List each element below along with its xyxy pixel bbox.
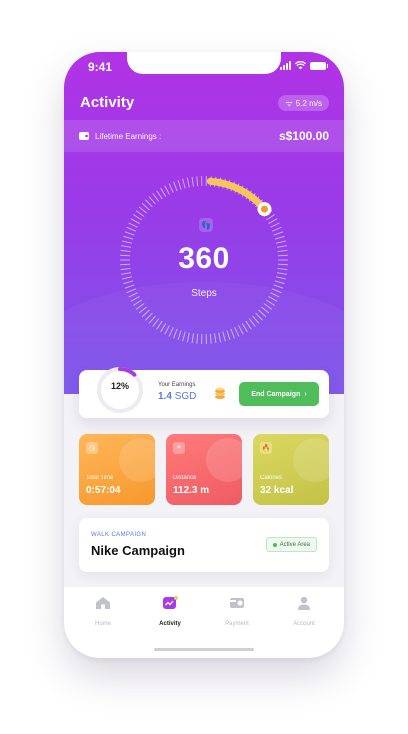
home-icon — [96, 597, 110, 609]
steps-count: 360 — [178, 242, 230, 275]
flame-icon: 🔥 — [260, 442, 272, 454]
stat-tile-distance[interactable]: ⌖ Distance 112.3 m — [166, 434, 242, 505]
steps-progress-arc — [206, 177, 268, 213]
status-icons — [280, 61, 328, 70]
account-icon — [298, 596, 310, 610]
status-time: 9:41 — [88, 60, 113, 74]
tab-payment[interactable]: Payment — [209, 596, 265, 627]
stat-label: Distance — [173, 475, 197, 481]
clock-icon: ◷ — [86, 442, 98, 454]
battery-icon — [310, 61, 328, 70]
location-icon: ⌖ — [173, 442, 185, 454]
stat-label: Calories — [260, 475, 283, 481]
speed-value: 5.2 m/s — [295, 98, 322, 108]
active-dot-icon — [272, 542, 277, 547]
stat-label: Total Time — [86, 475, 114, 481]
footsteps-icon: 👣 — [199, 218, 213, 232]
speed-icon: ᯤ — [285, 98, 293, 108]
tab-label: Home — [94, 621, 111, 627]
signal-icon — [280, 61, 291, 70]
stat-tile-calories[interactable]: 🔥 Calories 32 kcal — [253, 434, 329, 505]
tab-activity[interactable]: Activity — [142, 596, 198, 627]
lifetime-earnings-label: Lifetime Earnings : — [95, 131, 162, 141]
active-area-label: Active Area — [279, 541, 310, 548]
tab-home[interactable]: Home — [75, 596, 131, 627]
walk-campaign-card[interactable]: WALK CAMPAIGN Nike Campaign Active Area — [79, 518, 329, 572]
stat-value: 112.3 m — [173, 485, 210, 496]
page-title: Activity — [80, 94, 135, 111]
wallet-icon — [79, 132, 89, 140]
lifetime-earnings-strip: Lifetime Earnings : s$100.00 — [64, 120, 344, 152]
payment-icon — [230, 598, 244, 608]
steps-label: Steps — [191, 288, 217, 299]
chevron-right-icon: › — [304, 390, 307, 398]
clock-watermark-icon — [119, 438, 155, 482]
location-watermark-icon — [206, 438, 242, 482]
stage: 9:41 Activity ᯤ 5.2 m/s Lifetime Earning… — [0, 0, 408, 734]
wifi-icon — [295, 61, 306, 70]
your-earnings-currency: SGD — [174, 391, 197, 402]
home-indicator — [154, 648, 254, 651]
tab-label: Account — [293, 621, 315, 627]
phone-notch — [127, 52, 281, 74]
walk-campaign-kicker: WALK CAMPAIGN — [91, 532, 147, 538]
campaign-percent: 12% — [110, 381, 129, 391]
active-area-badge: Active Area — [265, 537, 317, 552]
tab-label: Payment — [225, 621, 249, 627]
end-campaign-label: End Campaign — [251, 390, 301, 398]
your-earnings-label: Your Earnings — [158, 382, 196, 388]
lifetime-earnings-value: s$100.00 — [278, 129, 329, 143]
end-campaign-button[interactable]: End Campaign › — [239, 382, 319, 406]
activity-icon — [163, 596, 178, 609]
stat-tile-total-time[interactable]: ◷ Total Time 0:57:04 — [79, 434, 155, 505]
campaign-progress-card: 12% Your Earnings 1.4 SGD End Campaign › — [79, 367, 329, 418]
your-earnings-amount: 1.4 — [158, 391, 172, 402]
tab-bar: Home Activity Payment Account — [64, 587, 344, 658]
stat-value: 0:57:04 — [86, 485, 121, 496]
phone-frame: 9:41 Activity ᯤ 5.2 m/s Lifetime Earning… — [64, 52, 344, 658]
tab-account[interactable]: Account — [276, 596, 332, 627]
coins-icon — [215, 387, 225, 399]
walk-campaign-name: Nike Campaign — [91, 543, 185, 558]
stat-value: 32 kcal — [260, 485, 294, 496]
flame-watermark-icon — [293, 438, 329, 482]
your-earnings-value: 1.4 SGD — [158, 391, 196, 402]
tab-label: Activity — [159, 621, 181, 627]
speed-badge: ᯤ 5.2 m/s — [278, 95, 329, 111]
